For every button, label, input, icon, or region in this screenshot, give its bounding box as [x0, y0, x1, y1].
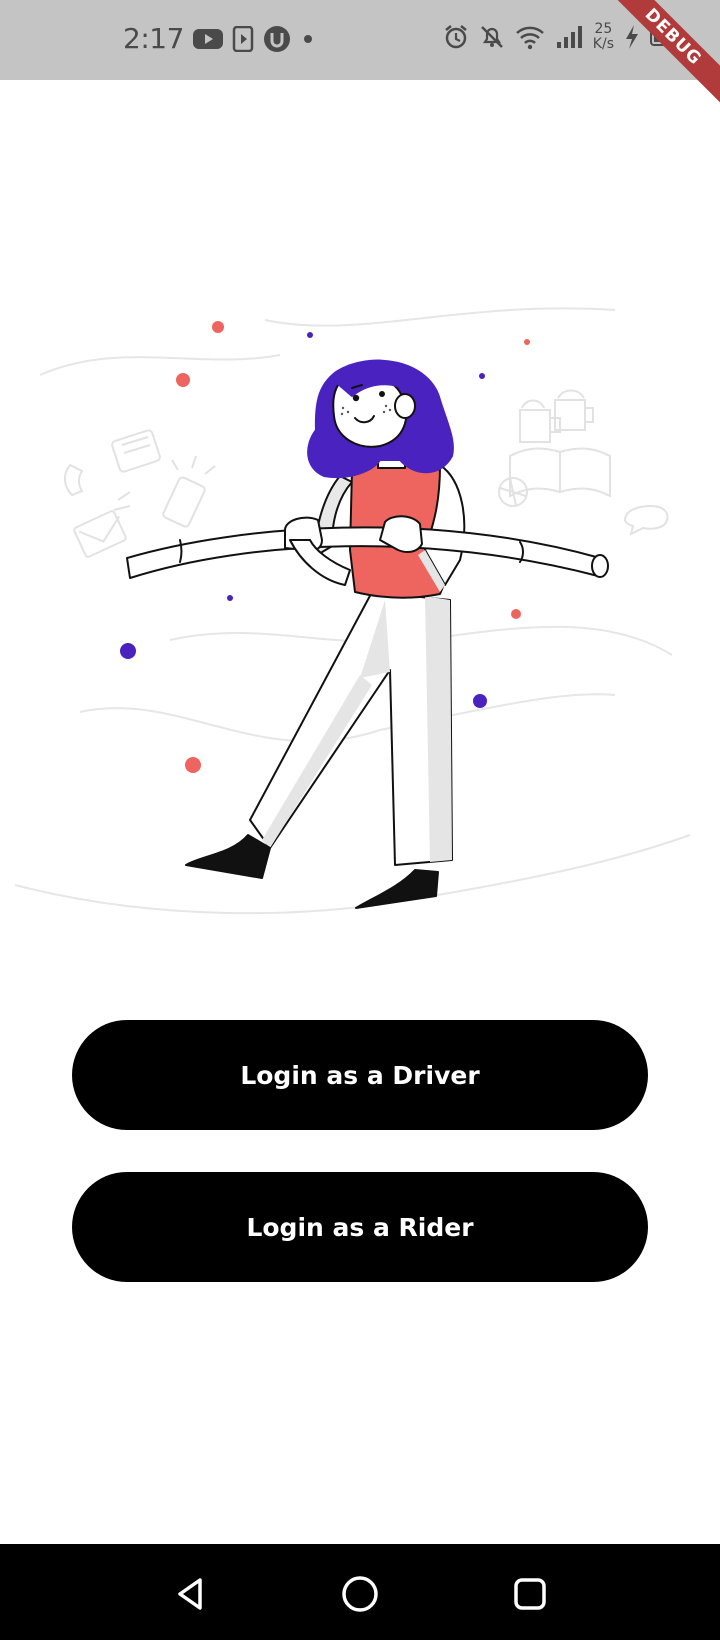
- charging-icon: [626, 25, 638, 49]
- youtube-icon: [192, 28, 223, 49]
- debug-banner: DEBUG: [600, 0, 720, 120]
- home-icon[interactable]: [340, 1574, 380, 1614]
- status-bar: 2:17 25 K/s DEBUG: [0, 0, 720, 107]
- doodles-right: [498, 389, 669, 536]
- doodles-left: [64, 429, 216, 558]
- wifi-icon: [515, 26, 544, 50]
- login-rider-button[interactable]: Login as a Rider: [72, 1172, 648, 1282]
- battery-icon: [650, 28, 683, 46]
- net-speed-value: 25: [594, 21, 613, 37]
- vpn-icon: [263, 25, 290, 52]
- net-speed-unit: K/s: [592, 36, 614, 52]
- dot-icon: [303, 34, 312, 43]
- status-left: 2:17: [123, 22, 316, 55]
- alarm-icon: [445, 25, 467, 49]
- status-time: 2:17: [123, 22, 184, 55]
- mute-icon: [480, 26, 503, 48]
- system-nav-bar: [0, 1544, 720, 1640]
- net-speed: 25 K/s: [593, 22, 614, 52]
- login-driver-button[interactable]: Login as a Driver: [72, 1020, 648, 1130]
- illustration: [14, 307, 691, 915]
- status-right: 25 K/s: [443, 22, 684, 52]
- media-icon: [232, 25, 254, 52]
- back-icon[interactable]: [170, 1574, 210, 1614]
- recents-icon[interactable]: [510, 1574, 550, 1614]
- debug-label: DEBUG: [603, 0, 720, 107]
- signal-icon: [556, 26, 582, 48]
